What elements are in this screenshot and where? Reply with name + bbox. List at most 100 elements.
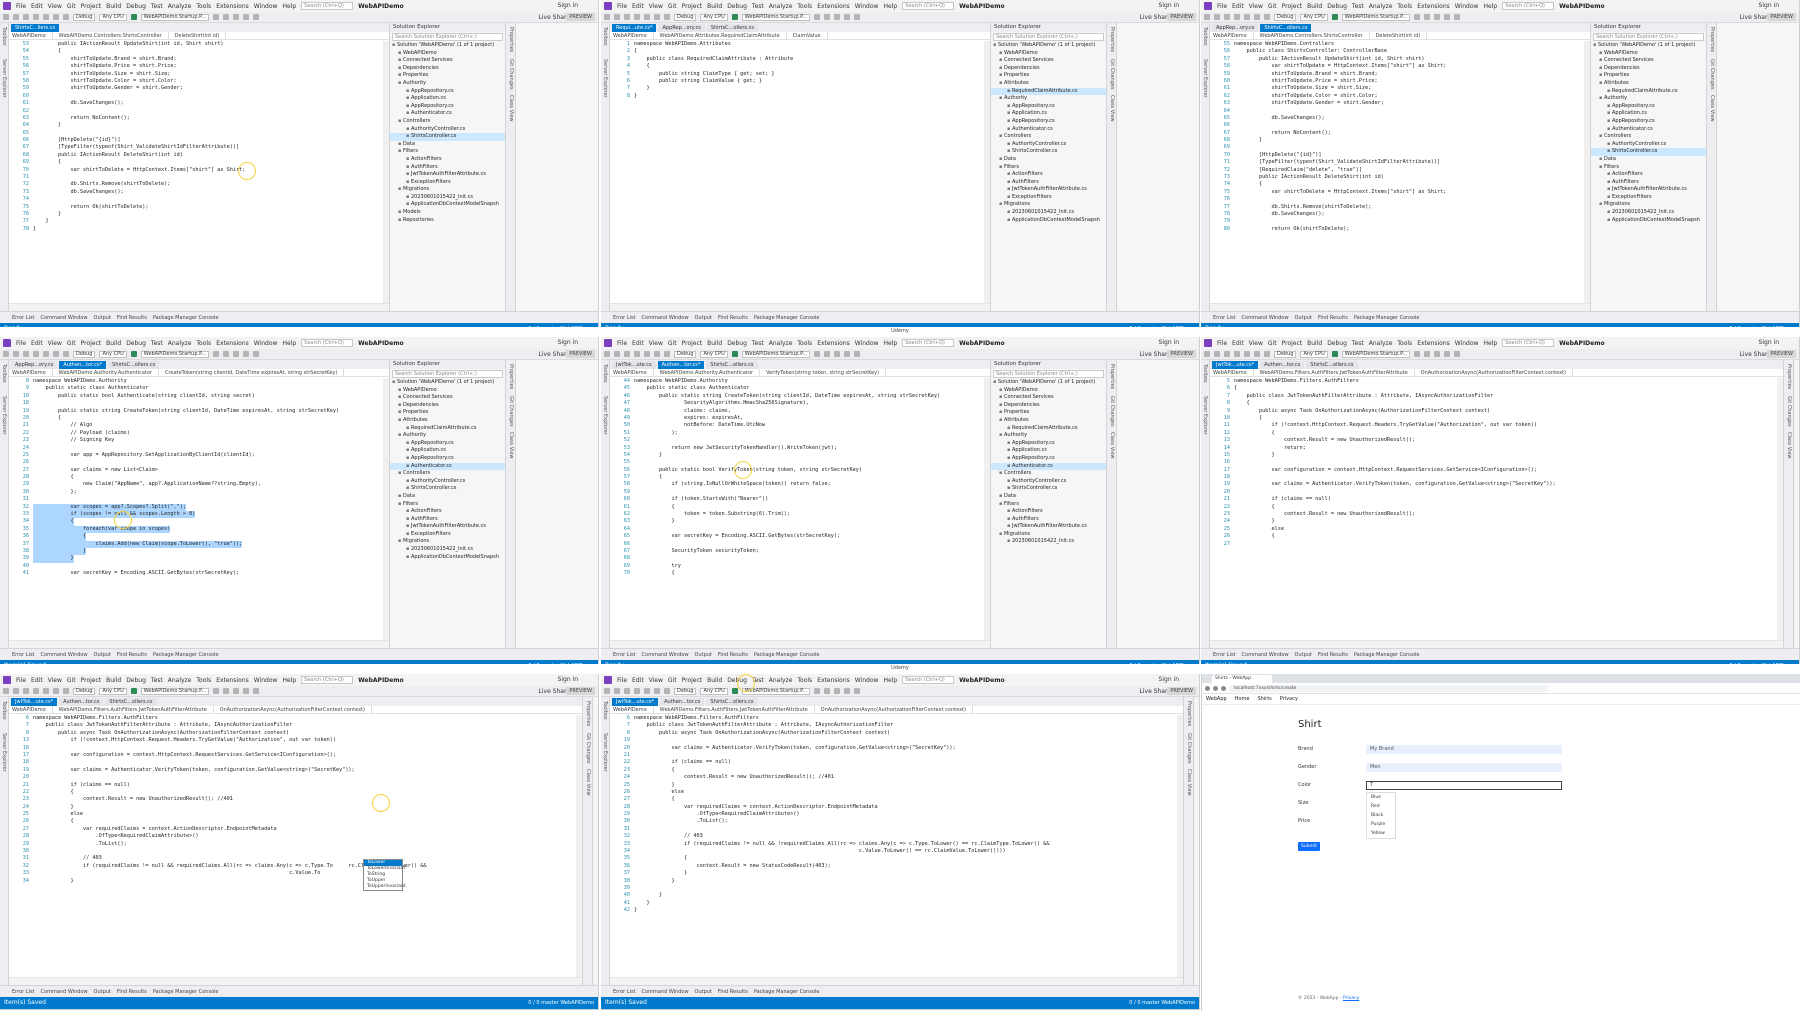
menu-item[interactable]: Tools xyxy=(1397,3,1412,10)
toolbar-button-icon[interactable] xyxy=(223,351,230,357)
menu-item[interactable]: Help xyxy=(282,3,296,10)
document-tab[interactable]: ShirtsC...ollers.cs xyxy=(108,361,160,369)
bottom-tool-tab[interactable]: Command Window xyxy=(642,315,689,321)
menu-item[interactable]: Test xyxy=(151,3,163,10)
nav-link-home[interactable]: Home xyxy=(1235,696,1250,702)
browser-tab[interactable]: Shirts - WebApp xyxy=(1212,675,1272,683)
solution-tree-item[interactable]: WebAPIDemo xyxy=(991,387,1106,395)
solution-tree-item[interactable]: AppRepository.cs xyxy=(991,103,1106,111)
menu-item[interactable]: Test xyxy=(151,677,163,684)
code-area[interactable]: 1 namespace WebAPIDemo.Attributes 2{3 publ… xyxy=(610,41,984,303)
platform-combo[interactable]: Any CPU xyxy=(99,13,127,21)
menu-item[interactable]: File xyxy=(16,3,26,10)
properties-tab[interactable]: Properties xyxy=(585,701,591,726)
solution-tree-item[interactable]: Controllers xyxy=(1591,133,1706,141)
solution-tree-item[interactable]: Dependencies xyxy=(390,65,505,73)
class-view-tab[interactable]: Class View xyxy=(585,769,591,796)
navigation-combo[interactable]: OnAuthorizationAsync(AuthorizationFilter… xyxy=(1421,369,1573,376)
solution-tree-item[interactable]: Attributes xyxy=(1591,80,1706,88)
solution-tree-item[interactable]: Dependencies xyxy=(1591,65,1706,73)
solution-tree-item[interactable]: Controllers xyxy=(390,118,505,126)
toolbar-button-icon[interactable] xyxy=(1414,351,1421,357)
gender-input[interactable]: Men xyxy=(1366,763,1562,772)
bottom-tool-tab[interactable]: Package Manager Console xyxy=(754,315,820,321)
menu-item[interactable]: Edit xyxy=(632,340,644,347)
git-changes-tab[interactable]: Git Changes xyxy=(1709,59,1715,90)
menu-item[interactable]: Edit xyxy=(31,340,43,347)
toolbar-button-icon[interactable] xyxy=(1444,351,1451,357)
menu-item[interactable]: Project xyxy=(682,677,703,684)
menu-item[interactable]: Edit xyxy=(31,3,43,10)
solution-tree-item[interactable]: Migrations xyxy=(991,201,1106,209)
toolbar-button-icon[interactable] xyxy=(243,688,250,694)
bottom-tool-tab[interactable]: Error List xyxy=(1213,652,1236,658)
dropdown-option[interactable]: Red xyxy=(1367,802,1395,811)
class-view-tab[interactable]: Class View xyxy=(1109,432,1115,459)
sign-in-link[interactable]: Sign in xyxy=(1759,2,1779,9)
toolbox-tab[interactable]: Toolbox xyxy=(602,701,608,720)
configuration-combo[interactable]: Debug xyxy=(1274,13,1297,21)
site-brand[interactable]: WebApp xyxy=(1206,696,1227,702)
toolbox-tab[interactable]: Toolbox xyxy=(1,27,7,46)
bottom-tool-tab[interactable]: Package Manager Console xyxy=(153,989,219,995)
configuration-combo[interactable]: Debug xyxy=(674,13,697,21)
horizontal-scrollbar[interactable] xyxy=(9,640,389,648)
solution-tree-item[interactable]: Data xyxy=(390,141,505,149)
menu-item[interactable]: Analyze xyxy=(168,340,192,347)
toolbar-button-icon[interactable] xyxy=(13,688,19,694)
menu-item[interactable]: Test xyxy=(752,340,764,347)
menu-item[interactable]: Test xyxy=(1352,3,1364,10)
bottom-tool-tab[interactable]: Error List xyxy=(12,652,35,658)
search-input[interactable]: Search (Ctrl+Q) xyxy=(301,2,354,10)
document-tab[interactable]: JwtTok...ute.cs* xyxy=(612,698,659,706)
menu-item[interactable]: File xyxy=(16,340,26,347)
document-tab[interactable]: Authen...tor.cs xyxy=(1260,361,1305,369)
menu-item[interactable]: Tools xyxy=(797,3,812,10)
toolbar-button-icon[interactable] xyxy=(844,688,851,694)
run-icon[interactable] xyxy=(130,688,137,694)
properties-tab[interactable]: Properties xyxy=(1709,27,1715,52)
sign-in-link[interactable]: Sign in xyxy=(558,339,578,346)
solution-tree-item[interactable]: AuthFilters xyxy=(390,516,505,524)
server-explorer-tab[interactable]: Server Explorer xyxy=(1202,396,1208,435)
run-icon[interactable] xyxy=(731,688,738,694)
solution-tree-item[interactable]: Properties xyxy=(390,72,505,80)
bottom-tool-tab[interactable]: Find Results xyxy=(117,989,147,995)
search-input[interactable]: Search (Ctrl+Q) xyxy=(301,339,354,347)
document-tab[interactable]: ShirtsC...ollers.cs xyxy=(105,698,157,706)
toolbar-button-icon[interactable] xyxy=(1424,351,1431,357)
solution-tree-item[interactable]: WebAPIDemo xyxy=(991,50,1106,58)
toolbar-button-icon[interactable] xyxy=(1444,14,1451,20)
solution-tree-item[interactable]: Authority xyxy=(390,432,505,440)
nav-link-privacy[interactable]: Privacy xyxy=(1280,696,1298,702)
toolbar-button-icon[interactable] xyxy=(834,14,841,20)
toolbar-button-icon[interactable] xyxy=(614,688,620,694)
toolbar-button-icon[interactable] xyxy=(854,351,861,357)
solution-tree-item[interactable]: ApplicationDbContextModelSnapsh xyxy=(390,554,505,562)
toolbar-button-icon[interactable] xyxy=(1204,351,1210,357)
server-explorer-tab[interactable]: Server Explorer xyxy=(1202,59,1208,98)
solution-tree-item[interactable]: Properties xyxy=(991,409,1106,417)
bottom-tool-tab[interactable]: Find Results xyxy=(1318,652,1348,658)
live-share-button[interactable]: Live Share xyxy=(1740,14,1771,21)
menu-item[interactable]: Help xyxy=(883,3,897,10)
toolbar-button-icon[interactable] xyxy=(53,688,59,694)
toolbar-button-icon[interactable] xyxy=(1214,351,1220,357)
toolbar-button-icon[interactable] xyxy=(644,14,650,20)
solution-tree-item[interactable]: Controllers xyxy=(390,470,505,478)
menu-item[interactable]: View xyxy=(48,340,62,347)
solution-tree-item[interactable]: Connected Services xyxy=(390,394,505,402)
solution-tree-item[interactable]: Dependencies xyxy=(390,402,505,410)
bottom-tool-tab[interactable]: Package Manager Console xyxy=(1354,652,1420,658)
solution-tree-item[interactable]: RequiredClaimAttribute.cs xyxy=(991,87,1106,96)
class-view-tab[interactable]: Class View xyxy=(1786,432,1792,459)
horizontal-scrollbar[interactable] xyxy=(1210,303,1590,311)
vertical-scrollbar[interactable] xyxy=(1584,41,1590,303)
toolbar-button-icon[interactable] xyxy=(614,14,620,20)
solution-explorer-search[interactable]: Search Solution Explorer (Ctrl+;) xyxy=(392,33,503,41)
horizontal-scrollbar[interactable] xyxy=(9,977,582,985)
toolbar-button-icon[interactable] xyxy=(63,14,69,20)
run-icon[interactable] xyxy=(130,14,137,20)
properties-tab[interactable]: Properties xyxy=(1109,364,1115,389)
solution-tree-item[interactable]: JwtTokenAuthFilterAttribute.cs xyxy=(1591,186,1706,194)
